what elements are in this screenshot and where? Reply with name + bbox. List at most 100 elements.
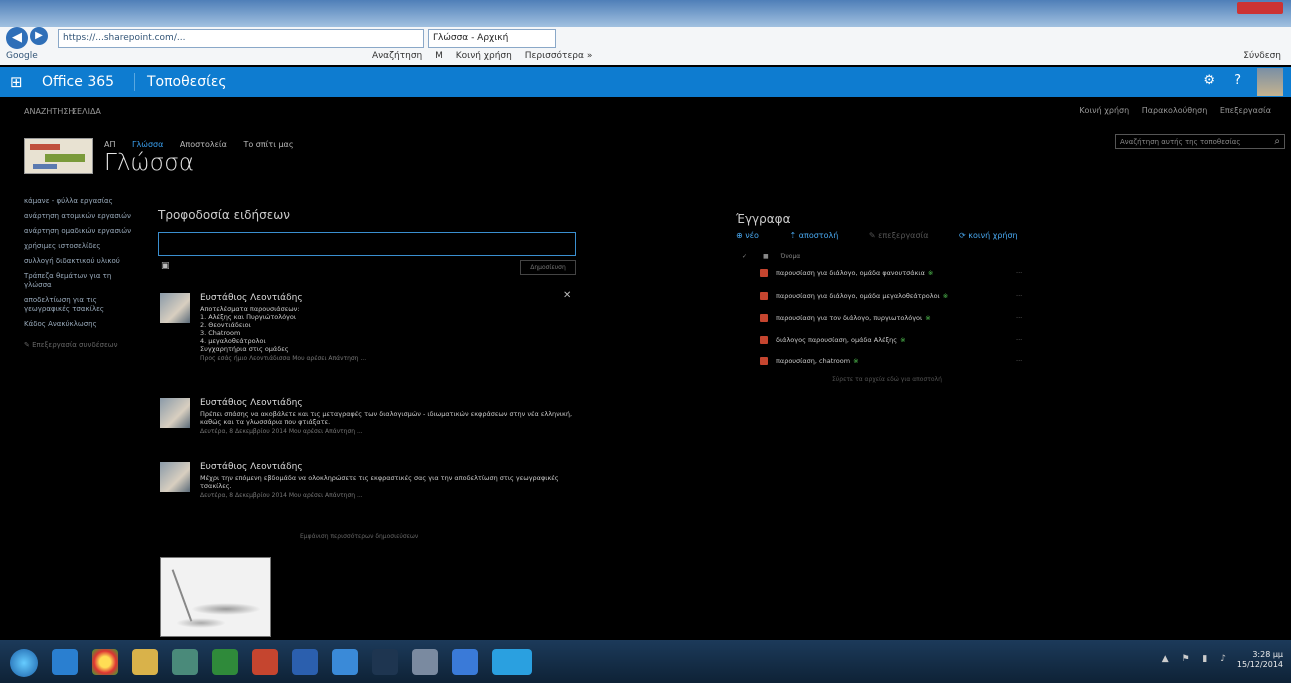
powerpoint-icon [760,357,768,365]
edit-document-button[interactable]: ✎ επεξεργασία [869,231,943,240]
post-body: Μέχρι την επόμενη εβδομάδα να ολοκληρώσε… [200,474,580,500]
share-document-button[interactable]: ⟳ κοινή χρήση [959,231,1032,240]
taskbar-clock[interactable]: 3:28 μμ 15/12/2014 [1237,650,1283,670]
upload-button[interactable]: ⇡ αποστολή [789,231,852,240]
chrome-icon[interactable] [92,649,118,675]
app-icon[interactable] [412,649,438,675]
skype-icon[interactable] [492,649,532,675]
post-meta[interactable]: Δευτέρα, 8 Δεκεμβρίου 2014 Μου αρέσει Απ… [200,428,580,436]
document-row[interactable]: παρουσίαση, chatroom ※ ··· [760,357,1022,365]
post-author[interactable]: Ευστάθιος Λεοντιάδης [200,293,303,303]
powerpoint-icon[interactable] [252,649,278,675]
search-icon[interactable]: ⌕ [1274,136,1280,147]
more-options-icon[interactable]: ··· [1016,269,1022,277]
edit-links-link[interactable]: ✎ Επεξεργασία συνδέσεων [24,341,138,350]
outlook-icon[interactable] [332,649,358,675]
quicklaunch-item[interactable]: ανάρτηση ατομικών εργασιών [24,212,138,221]
quicklaunch-item[interactable]: κάμανε - φύλλα εργασίας [24,197,138,206]
quicklaunch-item[interactable]: Τράπεζα θεμάτων για τη γλώσσα [24,272,138,290]
back-icon[interactable]: ◀ [6,27,28,49]
ribbon-tabs: ΑΝΑΖΗΤΗΣΗ ΣΕΛΙΔΑ Κοινή χρήση Παρακολούθη… [0,100,1291,122]
column-name[interactable]: Όνομα [781,253,801,260]
document-row[interactable]: διάλογος παρουσίαση, ομάδα Αλέξης ※ ··· [760,336,1022,344]
image-thumbnail[interactable] [160,557,271,637]
topnav-item-language[interactable]: Γλώσσα [132,140,163,149]
document-name[interactable]: διάλογος παρουσίαση, ομάδα Αλέξης [776,336,897,344]
more-options-icon[interactable]: ··· [1016,357,1022,365]
app-launcher-icon[interactable]: ⊞ [10,73,23,91]
close-icon[interactable]: ✕ [563,290,571,301]
document-row[interactable]: παρουσίαση για διάλογο, ομάδα φανουτσάκι… [760,269,1022,277]
favorite-gmail[interactable]: M [435,51,443,61]
sketch-stroke [171,569,193,622]
help-app-icon[interactable] [372,649,398,675]
follow-button[interactable]: Παρακολούθηση [1142,106,1208,115]
documents-header: ✓ ■ Όνομα [742,253,800,260]
topnav-item-home[interactable]: ΑΠ [104,140,116,149]
quicklaunch-item[interactable]: ανάρτηση ομαδικών εργασιών [24,227,138,236]
quicklaunch-item[interactable]: αποδελτίωση για τις γεωγραφικές τσακίλες [24,296,138,314]
ribbon-tab-page[interactable]: ΣΕΛΙΔΑ [72,107,101,116]
favorite-more[interactable]: Περισσότερα » [525,51,593,61]
topnav-item-our-home[interactable]: Το σπίτι μας [243,140,293,149]
google-search-box[interactable]: Google [6,51,38,61]
quicklaunch-item[interactable]: χρήσιμες ιστοσελίδες [24,242,138,251]
post-meta[interactable]: Δευτέρα, 8 Δεκεμβρίου 2014 Μου αρέσει Απ… [200,492,580,500]
site-logo[interactable] [24,138,93,174]
browser-tab[interactable]: Γλώσσα - Αρχική [428,29,556,48]
ie-icon[interactable] [52,649,78,675]
window-controls[interactable] [1237,2,1283,14]
excel-icon[interactable] [212,649,238,675]
more-options-icon[interactable]: ··· [1016,292,1022,300]
system-tray[interactable]: ▲ ⚑ ▮ ♪ [1162,654,1231,664]
newsfeed-post-input[interactable] [158,232,576,256]
attach-image-icon[interactable]: ▣ [161,261,170,271]
site-title[interactable]: Γλώσσα [104,150,194,176]
user-avatar[interactable] [1257,68,1283,96]
post-author[interactable]: Ευστάθιος Λεοντιάδης [200,398,303,408]
more-posts-link[interactable]: Εμφάνιση περισσότερων δημοσιεύσεων [300,533,418,540]
favorite-search[interactable]: Αναζήτηση [372,51,422,61]
browser-signin[interactable]: Σύνδεση [1243,51,1281,61]
edit-button[interactable]: Επεξεργασία [1220,106,1271,115]
explorer-icon[interactable] [132,649,158,675]
sites-link[interactable]: Τοποθεσίες [147,74,227,90]
ribbon-tab-browse[interactable]: ΑΝΑΖΗΤΗΣΗ [24,107,74,116]
office365-suite-bar: ⊞ Office 365 Τοποθεσίες ⚙ ? [0,67,1291,97]
quicklaunch-item[interactable]: Κάδος Ανακύκλωσης [24,320,138,329]
start-button[interactable] [10,649,38,677]
document-name[interactable]: παρουσίαση για διάλογο, ομάδα φανουτσάκι… [776,269,925,277]
more-options-icon[interactable]: ··· [1016,314,1022,322]
documents-commands: ⊕ νέο ⇡ αποστολή ✎ επεξεργασία ⟳ κοινή χ… [736,231,1046,240]
gear-icon[interactable]: ⚙ [1203,73,1215,88]
logo-word [45,154,85,162]
onenote-icon[interactable] [452,649,478,675]
document-name[interactable]: παρουσίαση για διάλογο, ομάδα μεγαλοθεάτ… [776,292,940,300]
topnav-item-missions[interactable]: Αποστολεία [180,140,227,149]
forward-icon[interactable]: ▶ [30,27,48,45]
more-options-icon[interactable]: ··· [1016,336,1022,344]
share-button[interactable]: Κοινή χρήση [1079,106,1129,115]
author-avatar[interactable] [160,398,190,428]
favorite-share[interactable]: Κοινή χρήση [456,51,512,61]
document-name[interactable]: παρουσίαση, chatroom [776,357,850,365]
post-meta[interactable]: Προς εσάς ήμιο Λεοντιάδισσα Μου αρέσει Α… [200,355,580,363]
post-text: Πρέπει σπάσης να ακοβάλετε και τις μεταγ… [200,410,573,426]
url-field[interactable]: https://...sharepoint.com/... [58,29,424,48]
help-icon[interactable]: ? [1234,73,1241,88]
site-search-input[interactable]: Αναζήτηση αυτής της τοποθεσίας ⌕ [1115,134,1285,149]
media-icon[interactable] [172,649,198,675]
post-button[interactable]: Δημοσίευση [520,260,576,275]
document-name[interactable]: παρουσίαση για τον διάλογο, πυργιωτολόγο… [776,314,922,322]
quicklaunch-item[interactable]: συλλογή διδακτικού υλικού [24,257,138,266]
document-row[interactable]: παρουσίαση για διάλογο, ομάδα μεγαλοθεάτ… [760,292,1022,300]
author-avatar[interactable] [160,462,190,492]
new-label: νέο [745,231,759,240]
new-document-button[interactable]: ⊕ νέο [736,231,773,240]
post-author[interactable]: Ευστάθιος Λεοντιάδης [200,462,303,472]
document-row[interactable]: παρουσίαση για τον διάλογο, πυργιωτολόγο… [760,314,1022,322]
author-avatar[interactable] [160,293,190,323]
word-icon[interactable] [292,649,318,675]
select-all-checkbox[interactable]: ✓ [742,253,747,260]
office365-brand[interactable]: Office 365 [42,74,114,90]
